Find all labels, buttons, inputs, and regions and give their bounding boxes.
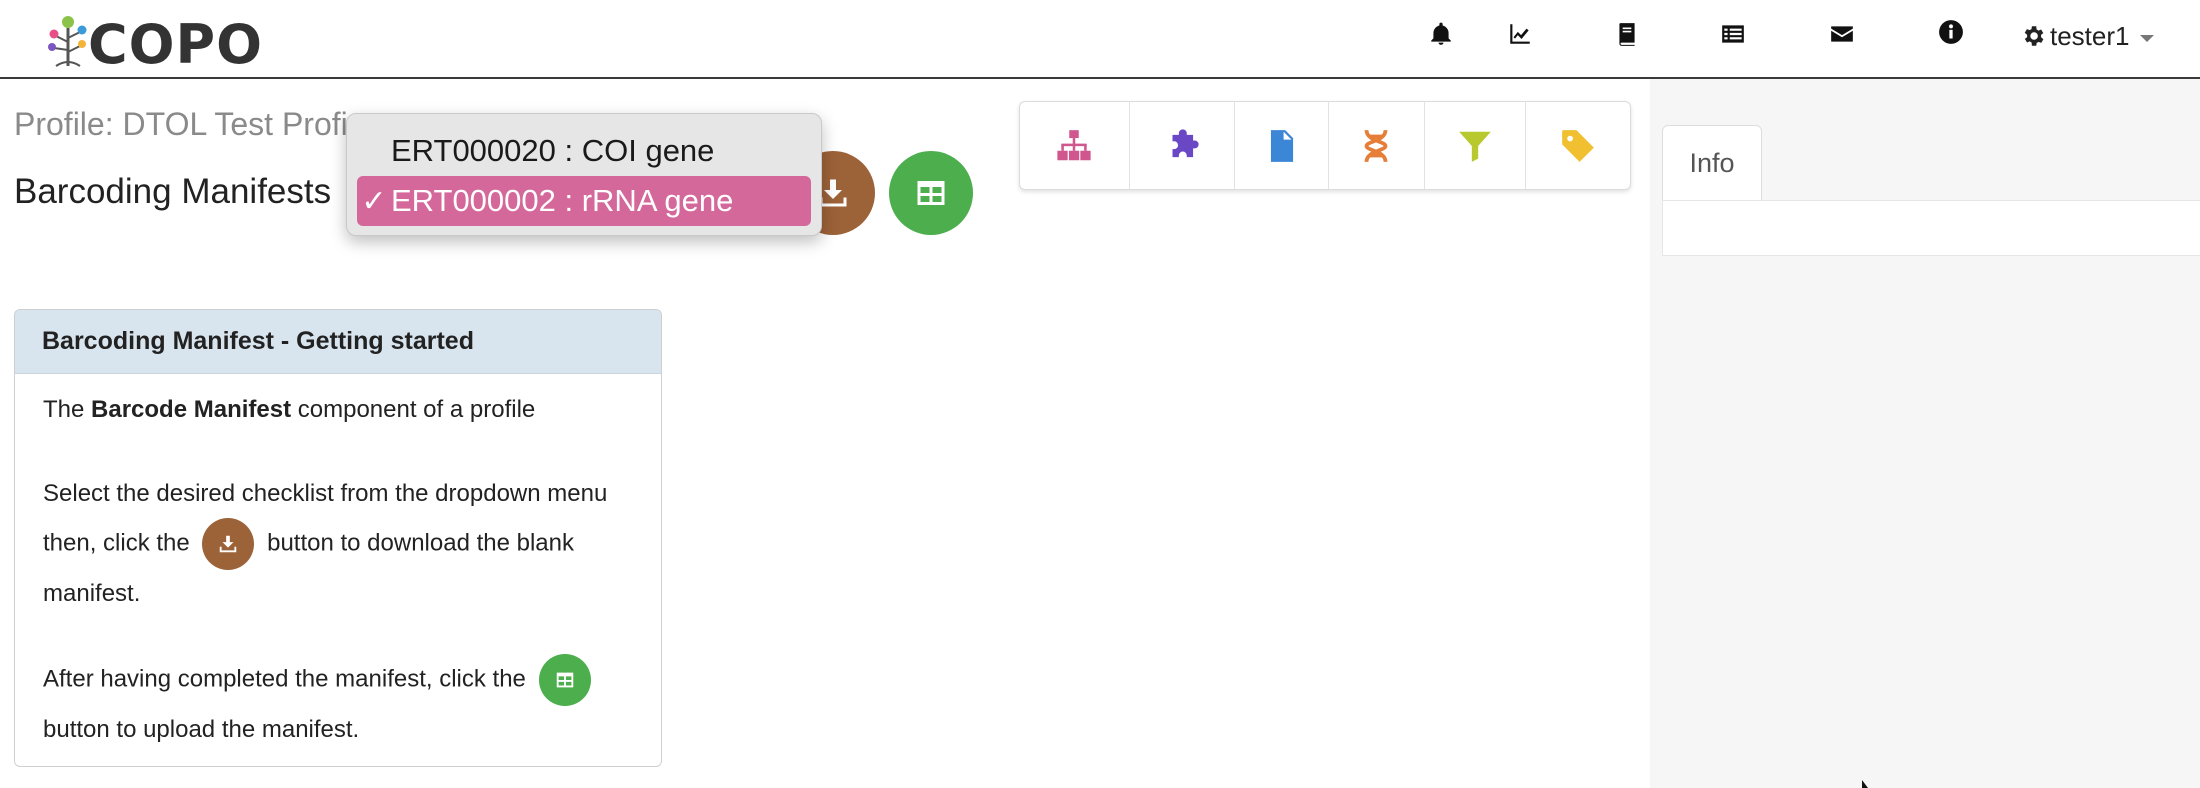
file-icon xyxy=(1270,129,1293,162)
option-label: ERT000002 : rRNA gene xyxy=(391,183,734,218)
puzzle-piece-icon xyxy=(1172,128,1199,157)
component-tool[interactable] xyxy=(1130,102,1236,189)
chart-line-icon[interactable] xyxy=(1500,14,1540,54)
help-paragraph: Select the desired checklist from the dr… xyxy=(43,480,608,607)
bell-icon[interactable] xyxy=(1421,14,1461,54)
dropdown-option[interactable]: ERT000020 : COI gene xyxy=(357,126,811,176)
filter-icon xyxy=(1459,131,1491,162)
dropdown-option-selected[interactable]: ✓ ERT000002 : rRNA gene xyxy=(357,176,811,226)
sitemap-icon xyxy=(1057,129,1091,160)
info-circle-icon[interactable] xyxy=(1931,12,1971,52)
page-title: Barcoding Manifests xyxy=(14,172,332,211)
files-tool[interactable] xyxy=(1235,102,1329,189)
username: tester1 xyxy=(2050,20,2130,51)
envelope-icon[interactable] xyxy=(1822,14,1862,54)
tag-icon xyxy=(1562,129,1595,162)
brand-name: COPO xyxy=(88,13,264,76)
mouse-cursor xyxy=(1862,780,1868,788)
getting-started-panel: Barcoding Manifest - Getting started The… xyxy=(14,309,662,767)
upload-manifest-button[interactable] xyxy=(889,151,973,235)
samples-tool[interactable] xyxy=(1020,102,1130,189)
table-icon xyxy=(538,654,591,706)
component-toolbar xyxy=(1019,101,1631,190)
checklist-dropdown[interactable]: ERT000020 : COI gene ✓ ERT000002 : rRNA … xyxy=(346,113,822,236)
tag-tool[interactable] xyxy=(1526,102,1630,189)
profile-title: Profile: DTOL Test Profi xyxy=(14,106,348,142)
caret-down-icon xyxy=(2139,34,2154,42)
help-paragraph: After having completed the manifest, cli… xyxy=(43,654,643,754)
info-sidebar: Info xyxy=(1650,79,2200,788)
user-menu[interactable]: tester1 xyxy=(2020,16,2154,56)
gear-icon xyxy=(2024,26,2044,46)
reads-tool[interactable] xyxy=(1329,102,1425,189)
book-icon[interactable] xyxy=(1607,14,1647,54)
bold-text: Barcode Manifest xyxy=(91,396,292,423)
checkmark-icon: ✓ xyxy=(361,184,387,218)
tab-info[interactable]: Info xyxy=(1662,125,1762,201)
info-content xyxy=(1662,200,2200,256)
table-icon xyxy=(917,181,945,205)
panel-title: Barcoding Manifest - Getting started xyxy=(15,310,661,374)
option-label: ERT000020 : COI gene xyxy=(391,133,715,168)
dna-icon xyxy=(1364,129,1388,162)
tree-logo-icon xyxy=(48,16,87,67)
copo-logo[interactable]: COPO xyxy=(46,13,264,76)
help-paragraph: The Barcode Manifest component of a prof… xyxy=(43,396,536,423)
filter-tool[interactable] xyxy=(1425,102,1527,189)
list-alt-icon[interactable] xyxy=(1713,14,1753,54)
top-navbar: COPO tester1 xyxy=(0,0,2200,79)
download-icon xyxy=(202,518,255,570)
